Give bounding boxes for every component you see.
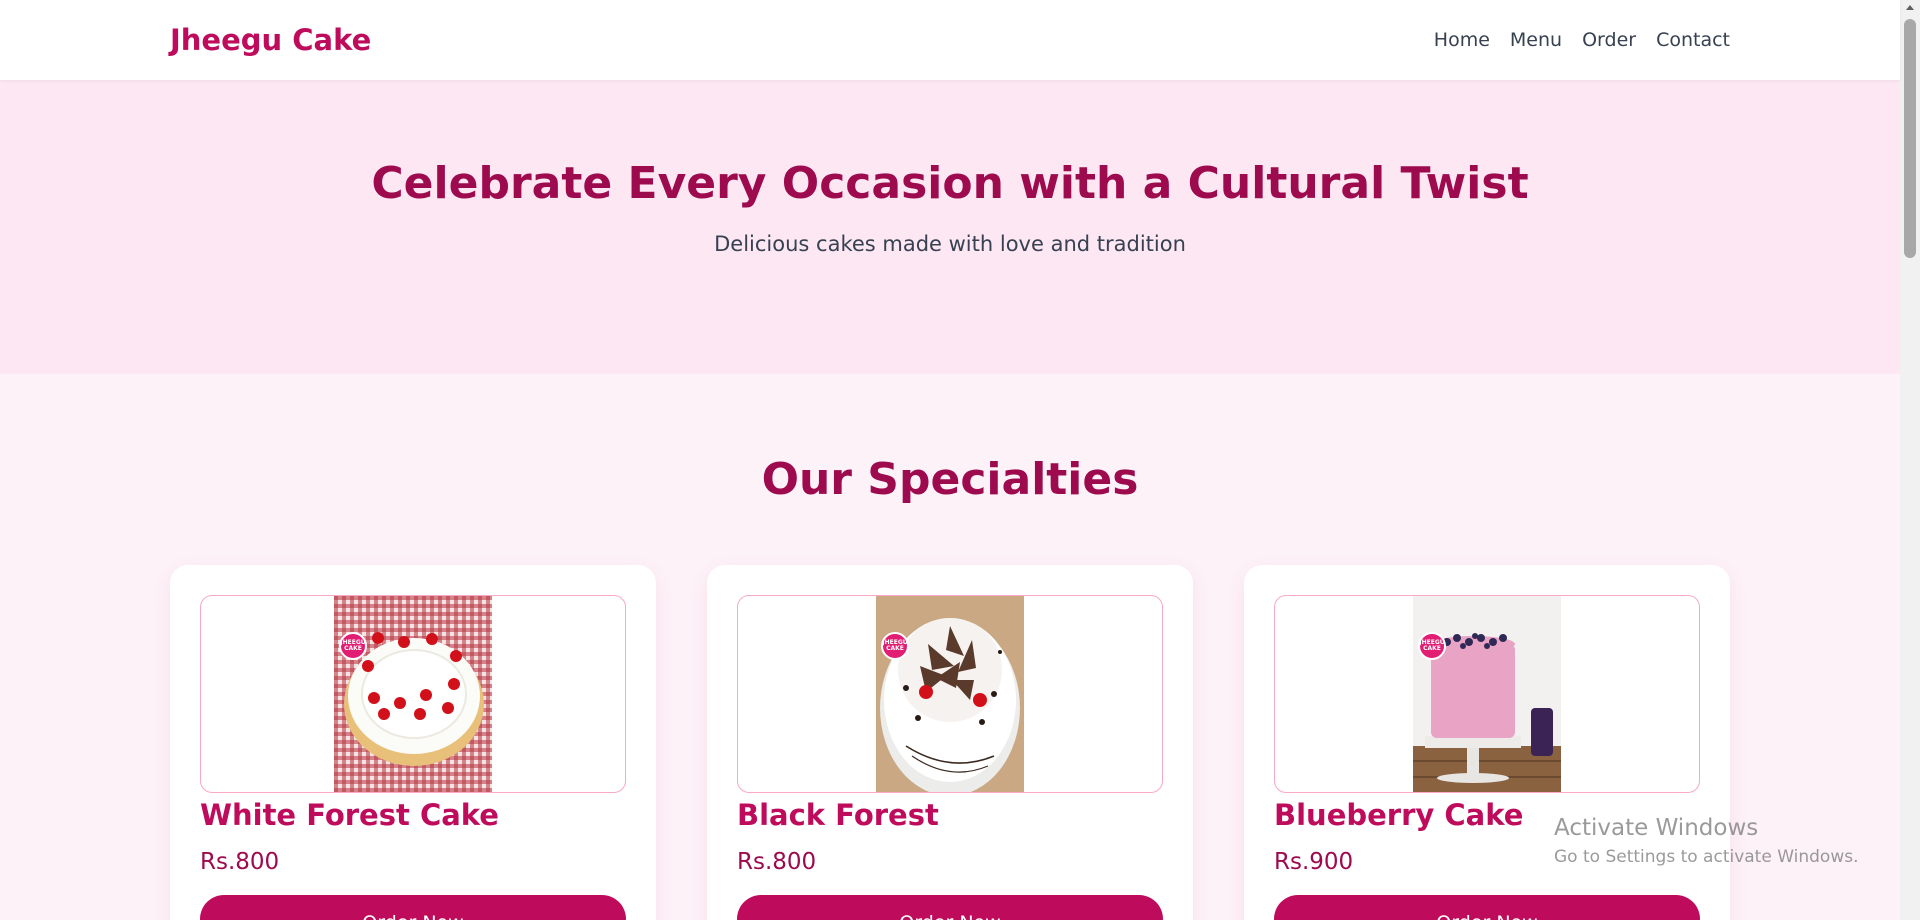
scrollbar-thumb[interactable] — [1904, 19, 1916, 258]
black-forest-cake-photo: JHEEGU CAKE — [876, 596, 1024, 792]
vertical-scrollbar[interactable] — [1900, 0, 1920, 920]
brand-badge: JHEEGU CAKE — [339, 632, 367, 660]
cake-name: Blueberry Cake — [1274, 798, 1524, 832]
nav-link-order[interactable]: Order — [1582, 29, 1636, 51]
order-now-button[interactable]: Order Now — [200, 895, 626, 920]
nav-link-home[interactable]: Home — [1434, 29, 1490, 51]
brand-logo[interactable]: Jheegu Cake — [170, 23, 371, 57]
cake-name: Black Forest — [737, 798, 939, 832]
cake-card-black-forest: JHEEGU CAKE Black Forest Rs.800 Order No… — [707, 565, 1193, 920]
hero-subtitle: Delicious cakes made with love and tradi… — [714, 232, 1186, 256]
nav-link-menu[interactable]: Menu — [1510, 29, 1562, 51]
white-forest-cake-photo: JHEEGU CAKE — [334, 596, 492, 792]
order-now-button[interactable]: Order Now — [737, 895, 1163, 920]
blueberry-cake-photo: JHEEGU CAKE — [1413, 596, 1561, 792]
cake-image-frame: JHEEGU CAKE — [1274, 595, 1700, 793]
hero-title: Celebrate Every Occasion with a Cultural… — [371, 158, 1529, 209]
specialties-title: Our Specialties — [761, 454, 1139, 505]
cake-price: Rs.900 — [1274, 849, 1354, 875]
cake-price: Rs.800 — [737, 849, 817, 875]
watermark-subtitle: Go to Settings to activate Windows. — [1554, 847, 1859, 867]
cake-card-white-forest: JHEEGU CAKE White Forest Cake Rs.800 Ord… — [170, 565, 656, 920]
hero-section: Celebrate Every Occasion with a Cultural… — [0, 80, 1900, 374]
navbar: Jheegu Cake Home Menu Order Contact — [0, 0, 1900, 80]
brand-badge: JHEEGU CAKE — [1418, 632, 1446, 660]
cake-image-frame: JHEEGU CAKE — [737, 595, 1163, 793]
watermark-title: Activate Windows — [1554, 815, 1759, 841]
cake-image-frame: JHEEGU CAKE — [200, 595, 626, 793]
brand-badge: JHEEGU CAKE — [881, 632, 909, 660]
nav-links: Home Menu Order Contact — [1434, 29, 1730, 51]
order-now-button[interactable]: Order Now — [1274, 895, 1700, 920]
nav-link-contact[interactable]: Contact — [1656, 29, 1730, 51]
cake-name: White Forest Cake — [200, 798, 499, 832]
scroll-up-arrow-icon[interactable] — [1906, 5, 1914, 10]
windows-activation-watermark: Activate Windows Go to Settings to activ… — [1554, 815, 1859, 867]
cake-price: Rs.800 — [200, 849, 280, 875]
